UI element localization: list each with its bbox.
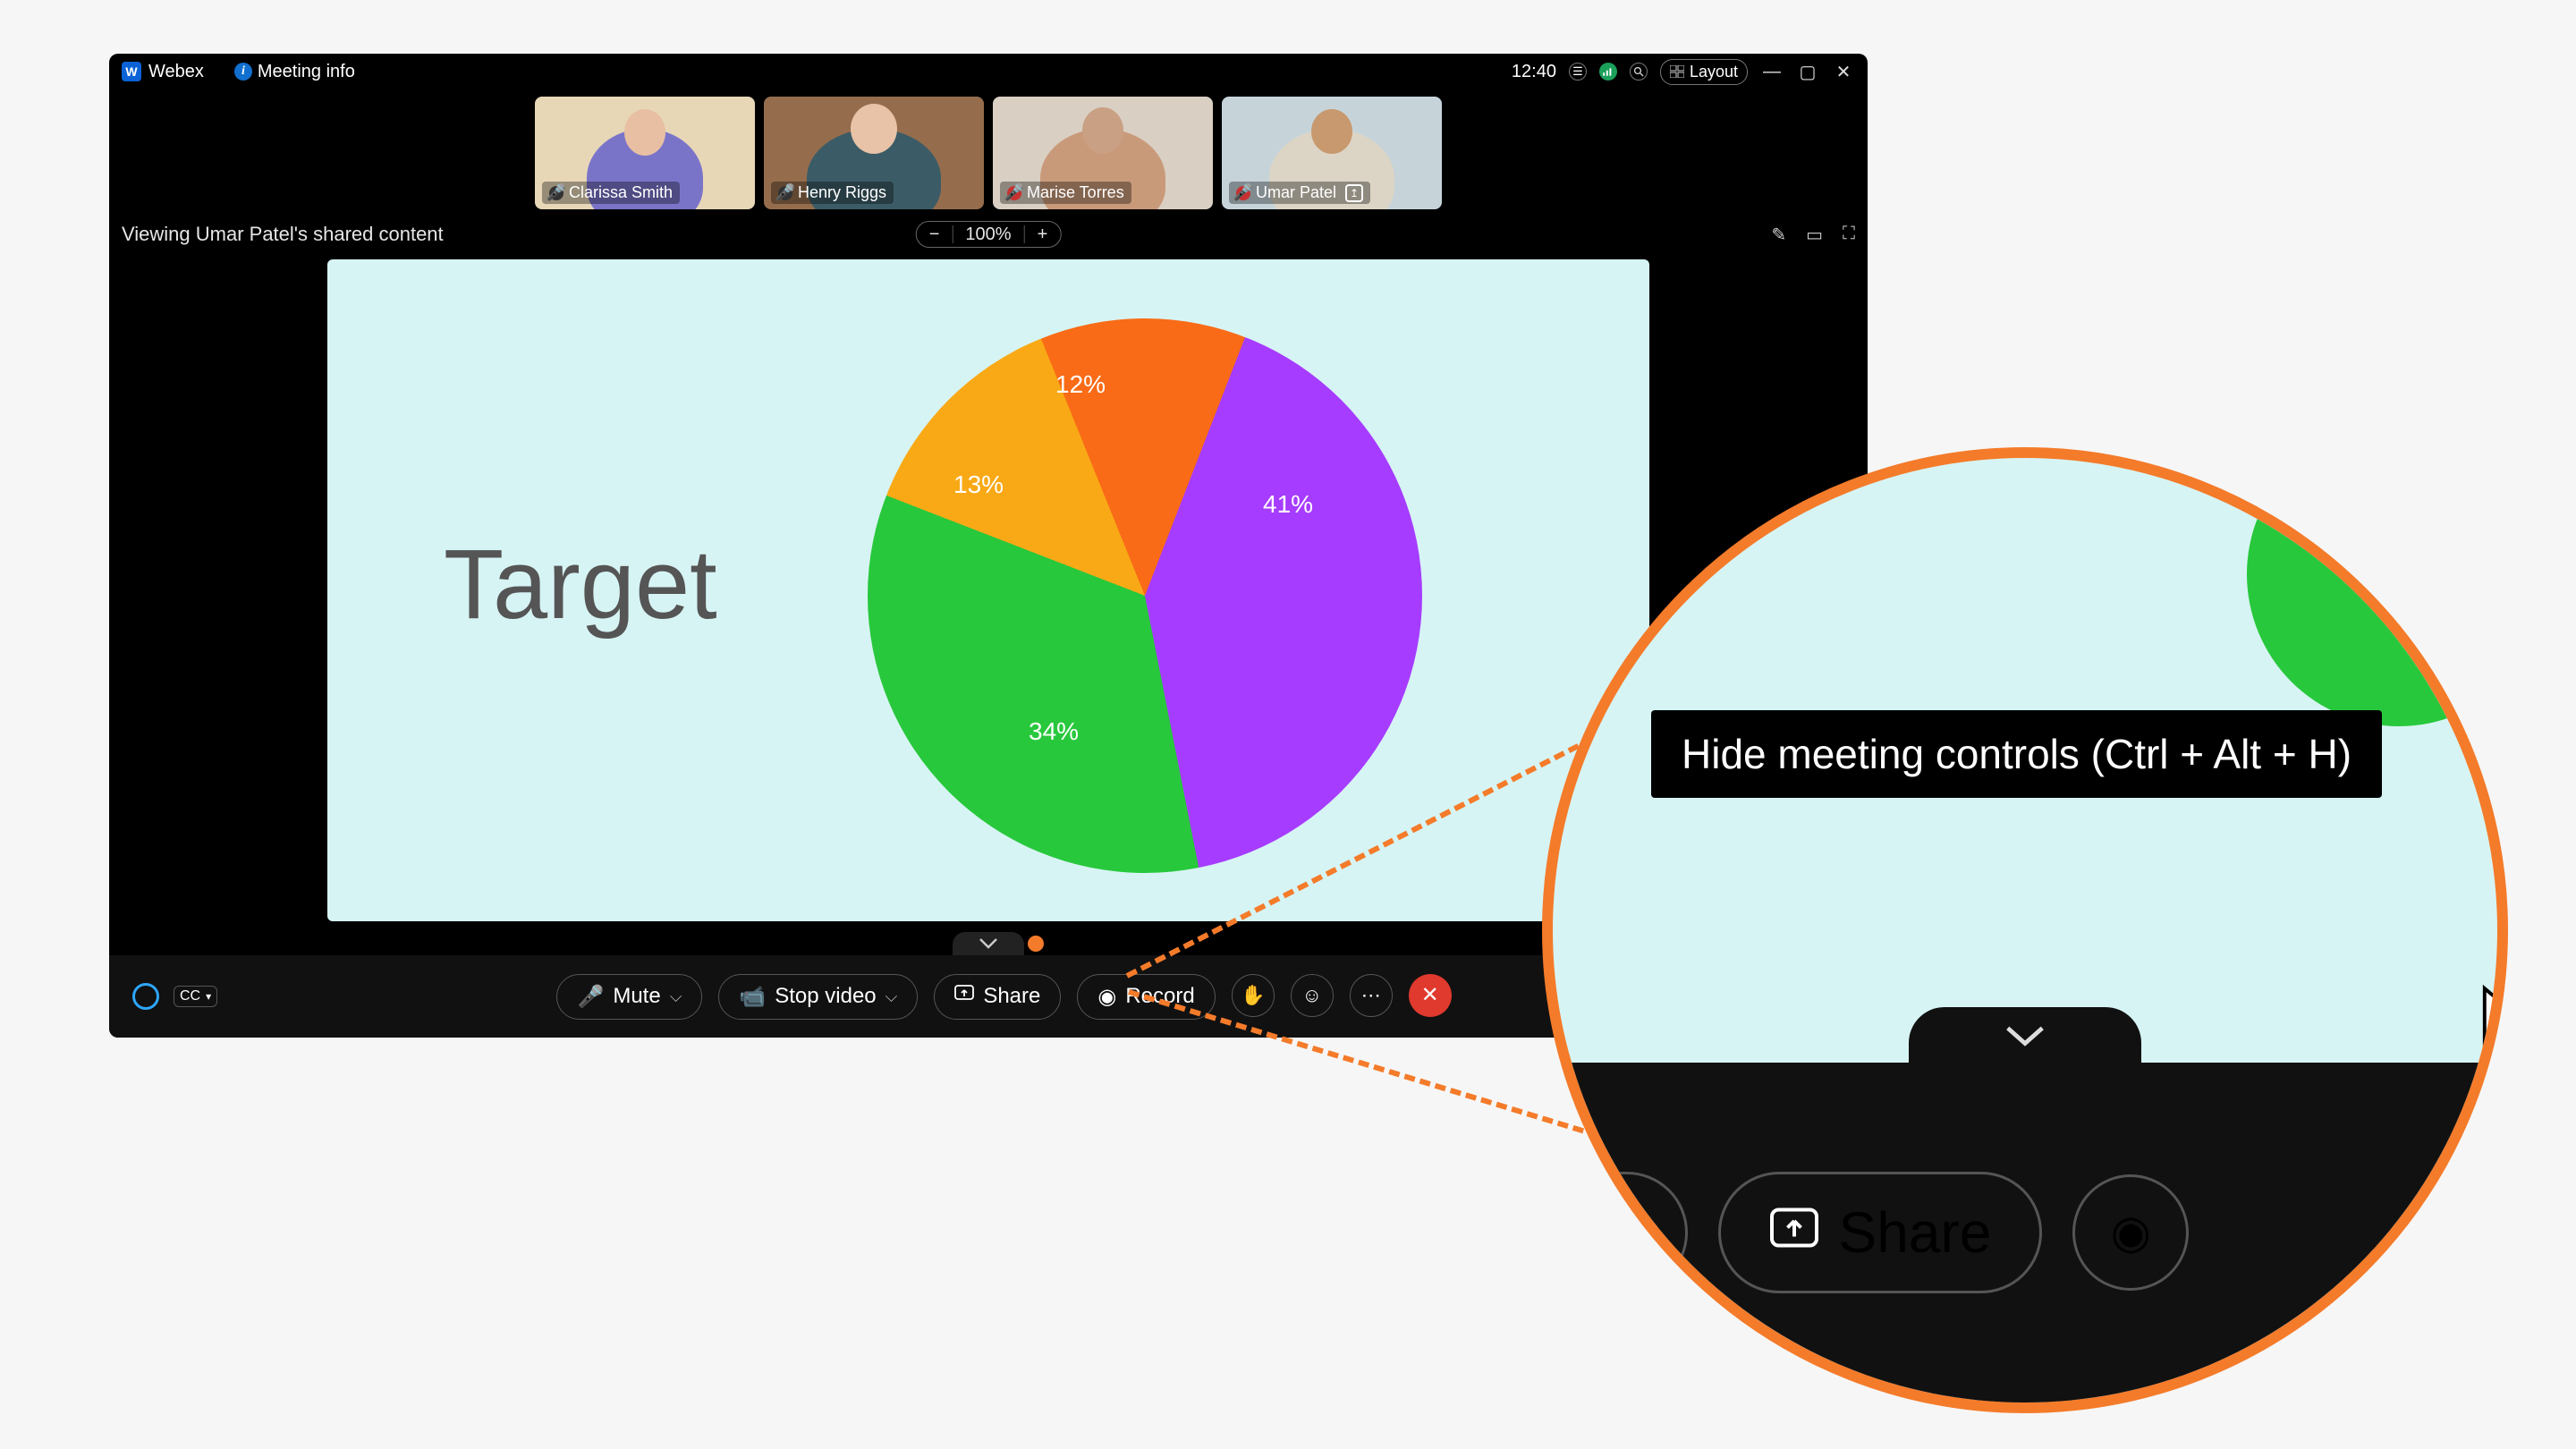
chevron-down-icon[interactable]: ⌵ — [886, 987, 898, 1006]
chevron-down-icon — [2003, 1022, 2047, 1049]
captions-button[interactable]: CC ▾ — [174, 986, 217, 1007]
stop-video-label: Stop video — [775, 984, 876, 1009]
hide-controls-tab[interactable] — [1909, 1007, 2141, 1064]
zoom-level[interactable]: 100% — [953, 225, 1023, 245]
callout-anchor-icon — [1028, 936, 1044, 952]
hide-controls-tab[interactable] — [953, 932, 1024, 955]
stop-video-button-fragment[interactable]: eo ⌵ — [1542, 1172, 1688, 1293]
tooltip-text: Hide meeting controls (Ctrl + Alt + H) — [1682, 731, 2351, 777]
share-screen-icon — [954, 984, 974, 1009]
camera-icon: 📹 — [739, 984, 766, 1010]
chevron-down-icon: ▾ — [206, 990, 211, 1003]
chevron-down-icon — [979, 937, 998, 950]
zoom-in-button[interactable]: + — [1025, 225, 1061, 245]
layout-button[interactable]: Layout — [1660, 59, 1748, 85]
annotate-icon[interactable]: ✎ — [1771, 224, 1786, 246]
share-label: Share — [983, 984, 1040, 1009]
mute-label: Mute — [613, 984, 660, 1009]
more-options-button[interactable]: ⋯ — [1350, 974, 1393, 1017]
raise-hand-button[interactable]: ✋ — [1232, 974, 1275, 1017]
meeting-info-label: Meeting info — [258, 62, 355, 82]
pie-chart — [868, 318, 1422, 873]
layout-label: Layout — [1690, 63, 1738, 81]
record-button-fragment[interactable]: ◉ — [2072, 1174, 2189, 1291]
is-sharing-icon: ↥ — [1345, 184, 1363, 202]
microphone-icon: 🎤 — [577, 984, 604, 1010]
tooltip: Hide meeting controls (Ctrl + Alt + H) — [1651, 710, 2382, 798]
search-icon[interactable] — [1630, 63, 1648, 80]
end-meeting-button[interactable]: ✕ — [1409, 974, 1452, 1017]
signal-good-icon[interactable] — [1599, 63, 1617, 80]
participant-name: Henry Riggs — [798, 183, 886, 202]
share-screen-icon — [1769, 1199, 1819, 1266]
participant-tile[interactable]: 🎤 Clarissa Smith — [535, 97, 755, 209]
mic-muted-icon: 🎤 — [1236, 186, 1250, 200]
participant-name: Clarissa Smith — [569, 183, 673, 202]
share-status-text: Viewing Umar Patel's shared content — [122, 223, 444, 246]
mic-muted-icon: 🎤 — [1007, 186, 1021, 200]
participant-name: Marise Torres — [1027, 183, 1124, 202]
share-button[interactable]: Share — [1718, 1172, 2043, 1293]
participant-tile[interactable]: 🎤 Umar Patel ↥ — [1222, 97, 1442, 209]
self-view-icon[interactable] — [132, 983, 159, 1010]
chart-title: Target — [444, 528, 717, 641]
info-icon: i — [234, 63, 252, 80]
share-label: Share — [1839, 1199, 1992, 1266]
magnified-controls-bar: eo ⌵ Share ◉ — [1553, 1063, 2497, 1402]
network-quality-icon[interactable]: ☰ — [1569, 63, 1587, 80]
participant-tile[interactable]: 🎤 Marise Torres — [993, 97, 1213, 209]
stop-video-button[interactable]: 📹 Stop video ⌵ — [718, 974, 918, 1020]
participant-filmstrip: 🎤 Clarissa Smith 🎤 Henry Riggs 🎤 Marise Tor… — [109, 97, 1868, 209]
share-status-bar: Viewing Umar Patel's shared content − 10… — [109, 218, 1868, 250]
participant-name: Umar Patel — [1256, 183, 1336, 202]
app-name: Webex — [148, 62, 204, 82]
clock: 12:40 — [1512, 62, 1556, 82]
window-minimize-icon[interactable]: — — [1760, 62, 1784, 82]
app-brand: W Webex — [122, 62, 204, 82]
popout-icon[interactable]: ▭ — [1806, 224, 1823, 246]
layout-grid-icon — [1670, 65, 1684, 78]
callout-magnifier: Hide meeting controls (Ctrl + Alt + H) e… — [1542, 447, 2508, 1413]
shared-content: Target 41% 12% 13% 34% — [327, 259, 1649, 921]
reactions-button[interactable]: ☺ — [1291, 974, 1334, 1017]
stop-video-label-fragment: eo — [1542, 1199, 1587, 1266]
window-maximize-icon[interactable]: ▢ — [1796, 61, 1819, 83]
titlebar: W Webex i Meeting info 12:40 ☰ Layout — … — [109, 54, 1868, 89]
chevron-down-icon[interactable]: ⌵ — [670, 987, 682, 1006]
record-icon: ◉ — [2111, 1206, 2151, 1259]
meeting-info-button[interactable]: i Meeting info — [234, 62, 355, 82]
slice-label: 12% — [1055, 370, 1106, 399]
pie-fragment — [2247, 447, 2508, 726]
webex-logo-icon: W — [122, 62, 141, 81]
cursor-icon — [2478, 980, 2508, 1071]
mic-icon: 🎤 — [778, 186, 792, 200]
zoom-out-button[interactable]: − — [917, 225, 953, 245]
record-icon: ◉ — [1097, 984, 1116, 1010]
window-close-icon[interactable]: ✕ — [1832, 61, 1855, 83]
participant-tile[interactable]: 🎤 Henry Riggs — [764, 97, 984, 209]
fullscreen-icon[interactable]: ⛶ — [1843, 224, 1855, 246]
chevron-down-icon[interactable]: ⌵ — [1606, 1210, 1636, 1255]
slice-label: 34% — [1029, 717, 1079, 746]
mute-button[interactable]: 🎤 Mute ⌵ — [556, 974, 702, 1020]
cc-label: CC — [180, 988, 200, 1004]
share-button[interactable]: Share — [934, 974, 1061, 1020]
slice-label: 13% — [953, 470, 1004, 499]
slice-label: 41% — [1263, 490, 1313, 519]
mic-icon: 🎤 — [549, 186, 564, 200]
zoom-control[interactable]: − 100% + — [916, 221, 1062, 248]
